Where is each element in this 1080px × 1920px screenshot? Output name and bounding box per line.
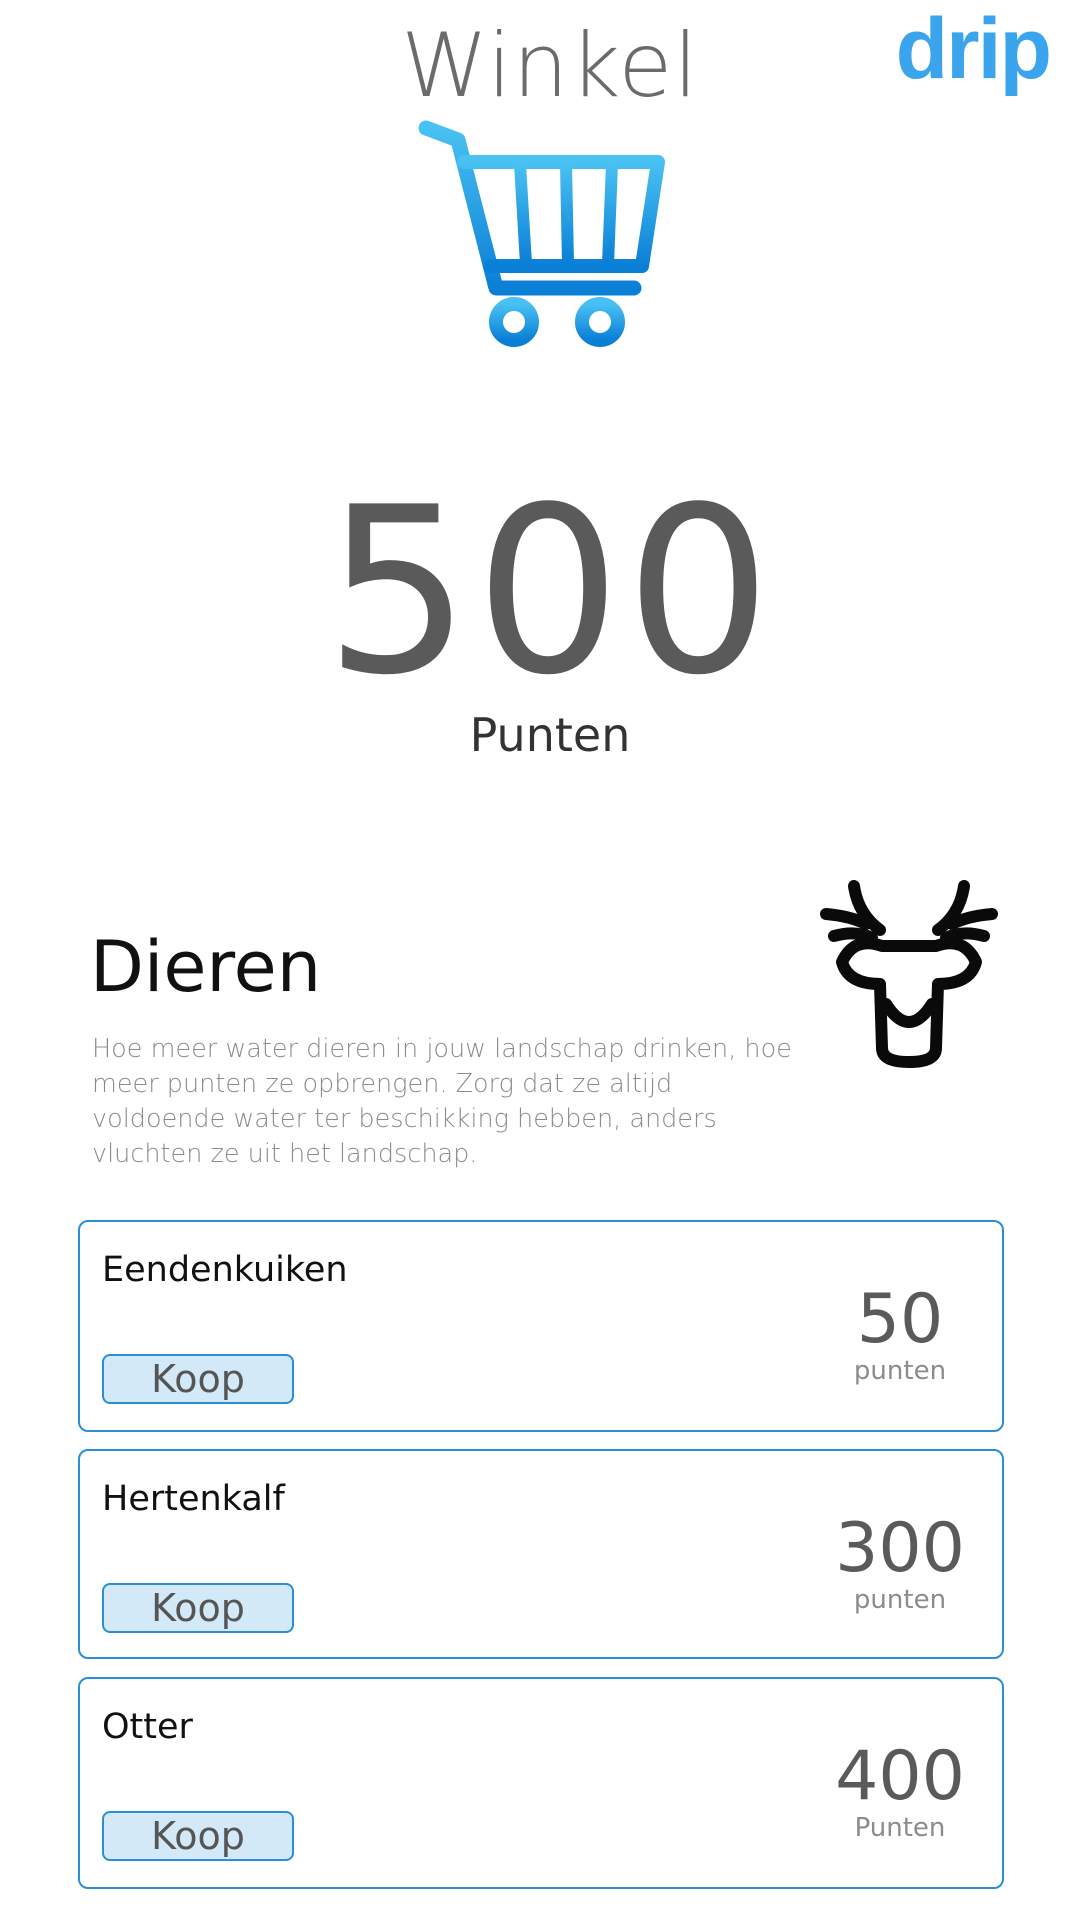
buy-button[interactable]: Koop: [102, 1811, 294, 1861]
item-name: Eendenkuiken: [102, 1250, 348, 1290]
item-name: Otter: [102, 1707, 193, 1747]
price-value: 400: [835, 1737, 965, 1816]
shop-item-card: Eendenkuiken Koop 50 punten: [78, 1220, 1004, 1432]
item-name: Hertenkalf: [102, 1479, 285, 1519]
item-price: 400 Punten: [820, 1737, 980, 1844]
shop-item-card: Hertenkalf Koop 300 punten: [78, 1449, 1004, 1659]
price-unit: Punten: [854, 1813, 946, 1843]
price-unit: punten: [853, 1356, 947, 1386]
drip-logo: drip: [895, 1, 1052, 97]
price-unit: punten: [853, 1585, 947, 1615]
points-label: Punten: [469, 708, 631, 762]
item-price: 50 punten: [820, 1280, 980, 1387]
shop-item-card: Otter Koop 400 Punten: [78, 1677, 1004, 1889]
section-heading: Dieren: [90, 926, 322, 1008]
price-value: 300: [835, 1509, 965, 1588]
points-balance: 500: [324, 459, 776, 726]
deer-icon: [820, 880, 998, 1068]
shopping-cart-icon: [418, 120, 665, 347]
section-description: Hoe meer water dieren in jouw landschap …: [92, 1034, 792, 1169]
buy-button[interactable]: Koop: [102, 1583, 294, 1633]
buy-button[interactable]: Koop: [102, 1354, 294, 1404]
price-value: 50: [856, 1280, 944, 1359]
item-price: 300 punten: [820, 1509, 980, 1616]
